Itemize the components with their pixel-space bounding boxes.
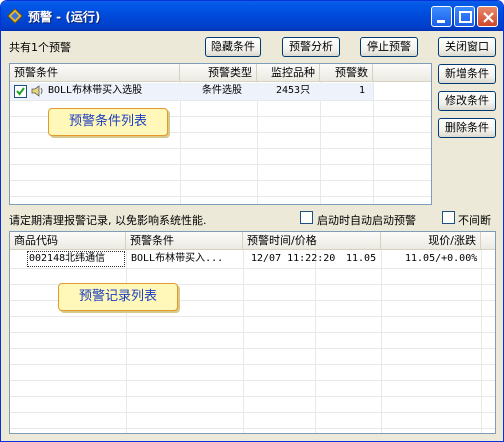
record-now-change: 11.05/+0.00% bbox=[405, 253, 478, 264]
cleanup-notice: 请定期清理报警记录, 以免影响系统性能. bbox=[9, 214, 207, 227]
condition-name: BOLL布林带买入选股 bbox=[48, 85, 143, 96]
grid-line bbox=[10, 332, 495, 333]
title-bar[interactable]: 预警 - (运行) bbox=[1, 1, 503, 31]
col-header-type[interactable]: 预警类型 bbox=[180, 64, 257, 82]
edit-condition-button[interactable]: 修改条件 bbox=[438, 91, 496, 111]
col-header-time-price[interactable]: 预警时间/价格 bbox=[243, 232, 381, 250]
hide-condition-button[interactable]: 隐藏条件 bbox=[205, 37, 261, 57]
no-interrupt-label: 不间断 bbox=[458, 214, 491, 227]
record-price: 11.05 bbox=[346, 253, 377, 264]
alert-count-label: 共有1个预警 bbox=[9, 41, 71, 54]
grid-line bbox=[10, 364, 495, 365]
grid-line bbox=[10, 268, 495, 269]
col-header-empty bbox=[373, 64, 431, 82]
condition-list-callout: 预警条件列表 bbox=[48, 108, 168, 136]
close-window-button[interactable]: 关闭窗口 bbox=[438, 37, 496, 57]
grid-line bbox=[10, 196, 431, 197]
maximize-button[interactable] bbox=[454, 6, 475, 27]
condition-list[interactable]: 预警条件 预警类型 监控品种 预警数 BOLL布林带买入选股 条件选股 2453… bbox=[9, 63, 432, 205]
alert-analysis-button[interactable]: 预警分析 bbox=[282, 37, 340, 57]
grid-line bbox=[126, 250, 127, 433]
grid-line bbox=[481, 250, 482, 433]
table-row[interactable]: BOLL布林带买入选股 条件选股 2453只 1 bbox=[10, 83, 373, 100]
close-icon bbox=[483, 12, 494, 23]
col-header-alert-count[interactable]: 预警数 bbox=[320, 64, 373, 82]
app-icon bbox=[7, 8, 23, 24]
col-header-condition[interactable]: 预警条件 bbox=[10, 64, 180, 82]
col-header-empty bbox=[481, 232, 495, 250]
grid-line bbox=[243, 250, 244, 433]
grid-line bbox=[10, 100, 431, 101]
table-row[interactable]: 002148北纬通信 BOLL布林带买入... 12/07 11:22:20 1… bbox=[10, 251, 481, 268]
grid-line bbox=[10, 396, 495, 397]
grid-line bbox=[315, 250, 316, 433]
no-interrupt-checkbox[interactable] bbox=[442, 211, 455, 224]
grid-line bbox=[10, 380, 495, 381]
grid-line bbox=[10, 148, 431, 149]
minimize-button[interactable] bbox=[431, 6, 452, 27]
grid-line bbox=[10, 180, 431, 181]
alert-window: 预警 - (运行) 共有1个预警 隐藏条件 预警分析 停止预警 关闭窗口 预警条… bbox=[0, 0, 504, 442]
grid-line bbox=[10, 428, 495, 429]
col-header-record-condition[interactable]: 预警条件 bbox=[126, 232, 243, 250]
grid-line bbox=[10, 412, 495, 413]
condition-type: 条件选股 bbox=[202, 85, 242, 96]
record-code: 002148北纬通信 bbox=[29, 253, 106, 264]
record-time: 12/07 11:22:20 bbox=[251, 253, 336, 264]
condition-enable-checkbox[interactable] bbox=[14, 85, 27, 98]
record-list-callout: 预警记录列表 bbox=[58, 283, 178, 311]
condition-varieties: 2453只 bbox=[276, 85, 311, 96]
condition-alert-count: 1 bbox=[359, 85, 366, 96]
window-title: 预警 - (运行) bbox=[28, 10, 101, 24]
add-condition-button[interactable]: 新增条件 bbox=[438, 64, 496, 84]
col-header-varieties[interactable]: 监控品种 bbox=[257, 64, 320, 82]
grid-line bbox=[10, 316, 495, 317]
grid-line bbox=[381, 250, 382, 433]
record-list[interactable]: 商品代码 预警条件 预警时间/价格 现价/涨跌 002148北纬通信 BOLL布… bbox=[9, 231, 496, 434]
grid-line bbox=[10, 164, 431, 165]
minimize-icon bbox=[437, 20, 445, 23]
record-condition: BOLL布林带买入... bbox=[131, 253, 224, 264]
delete-condition-button[interactable]: 删除条件 bbox=[438, 118, 496, 138]
maximize-icon bbox=[459, 11, 472, 23]
stop-alert-button[interactable]: 停止预警 bbox=[360, 37, 418, 57]
col-header-code[interactable]: 商品代码 bbox=[10, 232, 126, 250]
auto-start-checkbox[interactable] bbox=[300, 211, 313, 224]
checkmark-icon bbox=[16, 87, 25, 96]
grid-line bbox=[10, 348, 495, 349]
close-window-x-button[interactable] bbox=[477, 6, 498, 27]
speaker-icon bbox=[31, 85, 43, 97]
col-header-now-change[interactable]: 现价/涨跌 bbox=[381, 232, 481, 250]
auto-start-label: 启动时自动启动预警 bbox=[317, 214, 416, 227]
